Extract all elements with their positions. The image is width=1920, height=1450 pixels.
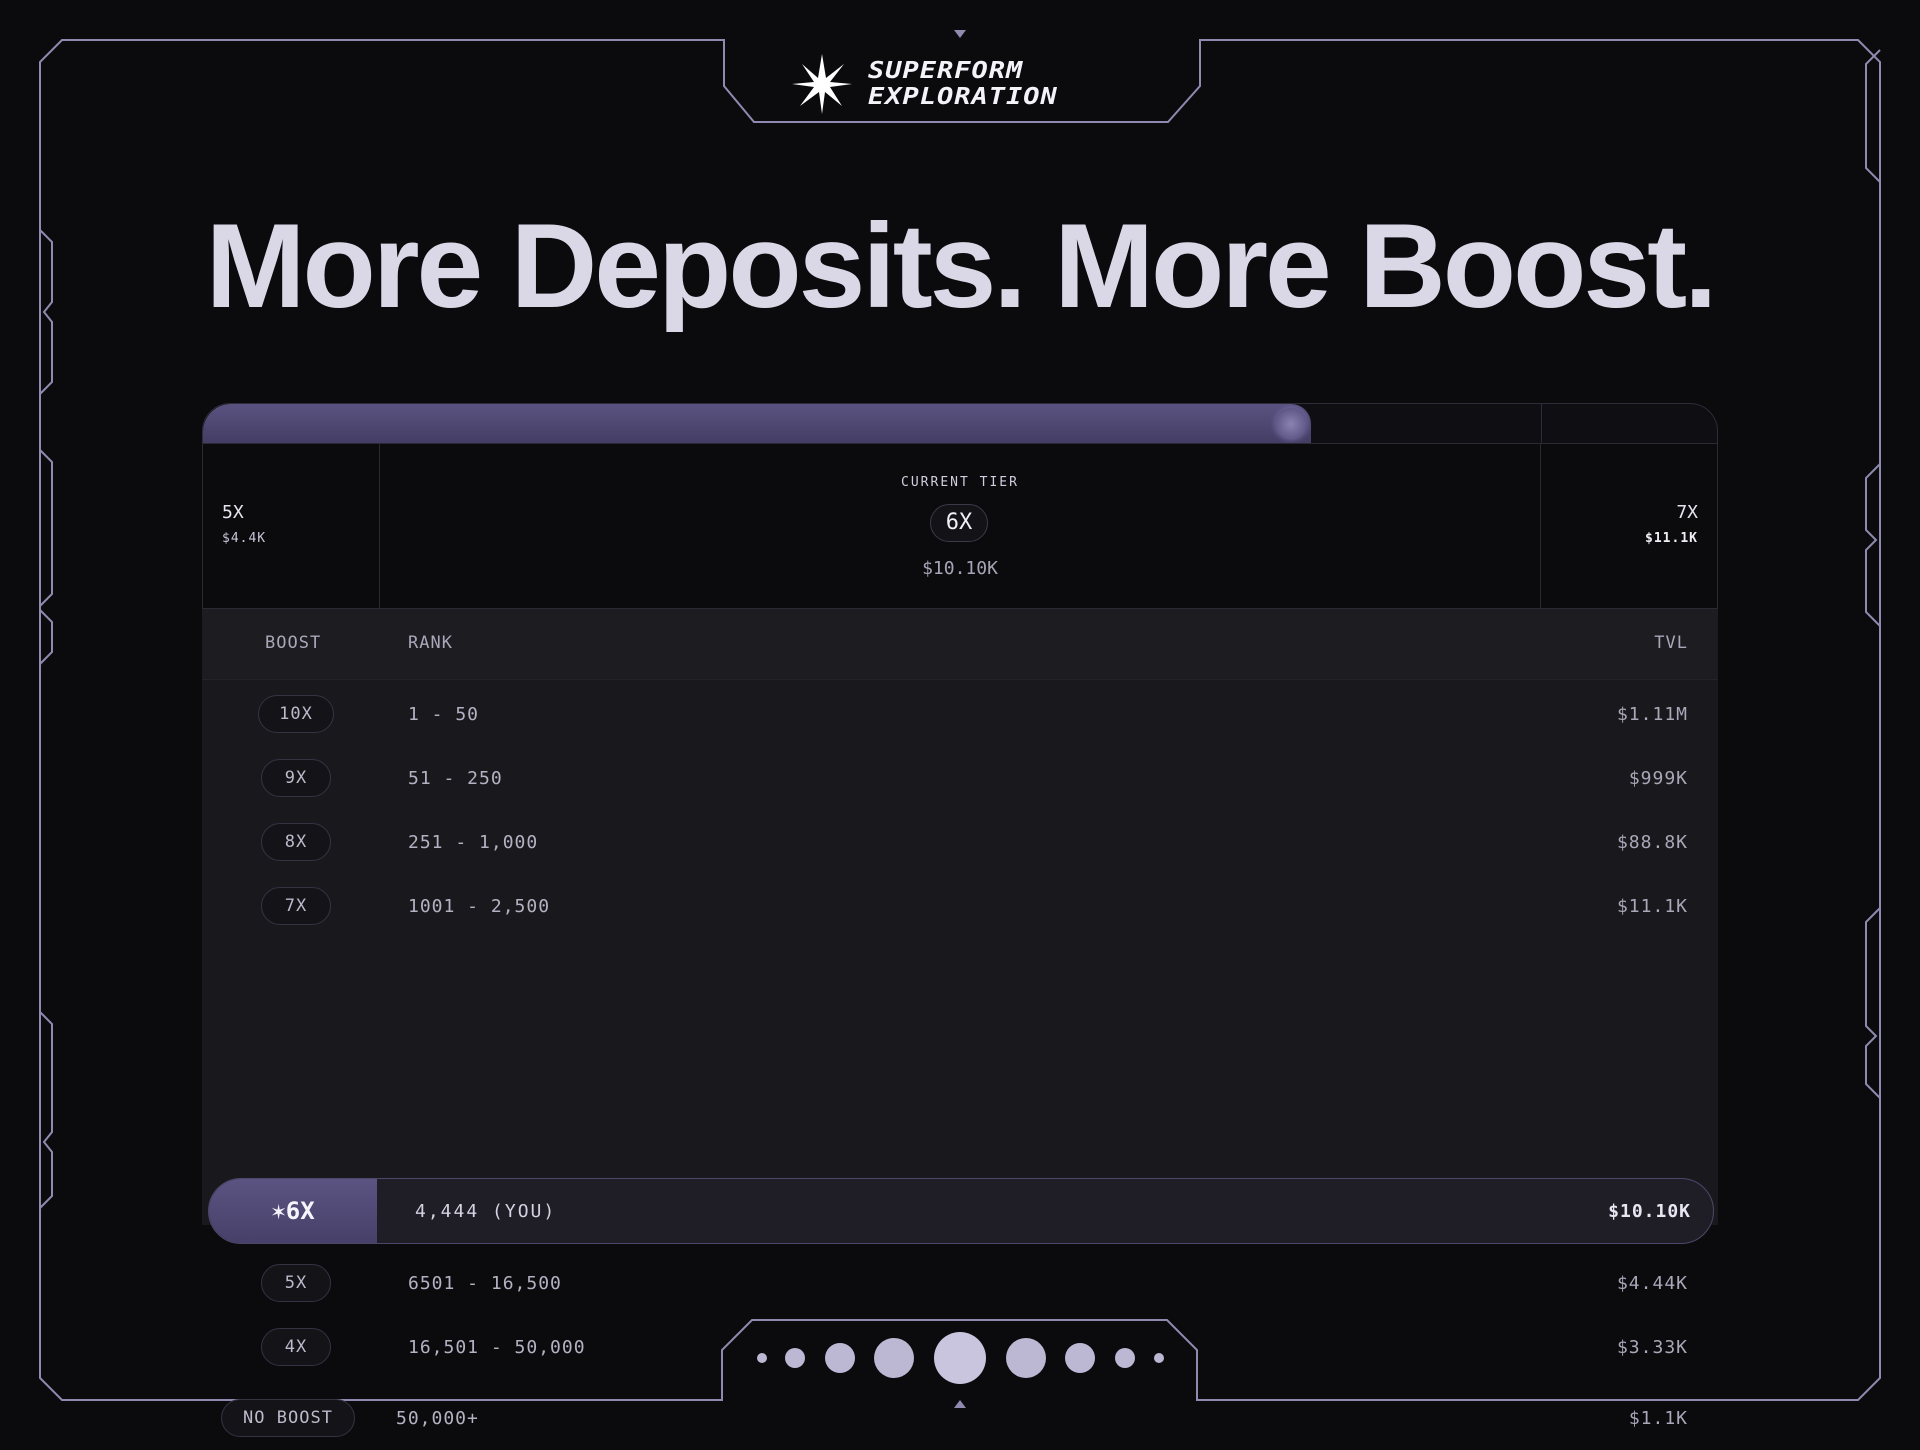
page-dot[interactable] bbox=[874, 1338, 914, 1378]
previous-tier: 5X $4.4K bbox=[203, 444, 380, 608]
table-header: BOOST RANK TVL bbox=[202, 609, 1718, 680]
next-tier-multiplier: 7X bbox=[1676, 502, 1698, 523]
boost-badge: NO BOOST bbox=[221, 1399, 355, 1437]
brand-logo[interactable]: SUPERFORM EXPLORATION bbox=[790, 52, 1130, 116]
rank-range: 1001 - 2,500 bbox=[408, 896, 551, 917]
page-dot[interactable] bbox=[1154, 1353, 1164, 1363]
tier-tvl: $1.1K bbox=[1628, 1408, 1688, 1429]
tier-progress-bar bbox=[202, 403, 1718, 443]
rank-range: 1 - 50 bbox=[408, 704, 480, 725]
current-user-boost: ✶6X bbox=[209, 1179, 377, 1243]
current-tier-badge: 6X bbox=[930, 504, 988, 542]
brand-line-1: SUPERFORM bbox=[868, 57, 1024, 84]
progress-fill bbox=[203, 404, 1311, 443]
boost-badge: 10X bbox=[258, 695, 334, 733]
sparkle-star-icon bbox=[792, 54, 852, 114]
tier-tvl: $3.33K bbox=[1616, 1337, 1688, 1358]
rank-range: 6501 - 16,500 bbox=[408, 1273, 562, 1294]
column-header-tvl: TVL bbox=[1654, 633, 1688, 653]
page-dot[interactable] bbox=[785, 1348, 805, 1368]
boost-badge: 9X bbox=[261, 759, 331, 797]
pagination-dots bbox=[722, 1318, 1200, 1398]
progress-divider bbox=[1541, 404, 1542, 443]
rank-range: 50,000+ bbox=[396, 1408, 479, 1429]
tier-tvl: $11.1K bbox=[1616, 896, 1688, 917]
rank-range: 16,501 - 50,000 bbox=[408, 1337, 586, 1358]
current-user-tvl: $10.10K bbox=[1608, 1201, 1691, 1222]
tier-summary: 5X $4.4K CURRENT TIER 6X $10.10K 7X $11.… bbox=[202, 443, 1718, 609]
brand-wordmark: SUPERFORM EXPLORATION bbox=[868, 58, 1058, 110]
page-dot[interactable] bbox=[757, 1353, 767, 1363]
tier-tvl: $4.44K bbox=[1616, 1273, 1688, 1294]
rank-range: 51 - 250 bbox=[408, 768, 503, 789]
current-user-rank: 4,444 (YOU) bbox=[415, 1201, 557, 1222]
boost-badge: 7X bbox=[261, 887, 331, 925]
boost-panel: 5X $4.4K CURRENT TIER 6X $10.10K 7X $11.… bbox=[202, 403, 1718, 1437]
page-dot-active[interactable] bbox=[934, 1332, 986, 1384]
table-row[interactable]: 8X 251 - 1,000 $88.8K bbox=[202, 810, 1718, 874]
table-row[interactable]: 9X 51 - 250 $999K bbox=[202, 746, 1718, 810]
page-dot[interactable] bbox=[1065, 1343, 1095, 1373]
column-header-rank: RANK bbox=[408, 633, 453, 653]
next-tier: 7X $11.1K bbox=[1540, 444, 1717, 608]
current-tier-value: $10.10K bbox=[922, 558, 998, 579]
table-row[interactable]: 7X 1001 - 2,500 $11.1K bbox=[202, 874, 1718, 938]
boost-badge: 4X bbox=[261, 1328, 331, 1366]
boost-badge: 8X bbox=[261, 823, 331, 861]
rank-range: 251 - 1,000 bbox=[408, 832, 539, 853]
previous-tier-multiplier: 5X bbox=[222, 502, 244, 523]
tier-tvl: $999K bbox=[1628, 768, 1688, 789]
next-tier-value: $11.1K bbox=[1645, 531, 1698, 546]
boost-badge: 5X bbox=[261, 1264, 331, 1302]
table-row[interactable]: 10X 1 - 50 $1.11M bbox=[202, 682, 1718, 746]
page-dot[interactable] bbox=[1115, 1348, 1135, 1368]
brand-line-2: EXPLORATION bbox=[868, 83, 1058, 110]
tier-tvl: $1.11M bbox=[1616, 704, 1688, 725]
tier-tvl: $88.8K bbox=[1616, 832, 1688, 853]
page-headline: More Deposits. More Boost. bbox=[205, 199, 1718, 333]
page-dot[interactable] bbox=[1006, 1338, 1046, 1378]
table-row[interactable]: 5X 6501 - 16,500 $4.44K bbox=[202, 1251, 1718, 1315]
page-dot[interactable] bbox=[825, 1343, 855, 1373]
boost-table: BOOST RANK TVL 10X 1 - 50 $1.11M 9X 51 -… bbox=[202, 609, 1718, 1437]
current-tier: CURRENT TIER 6X $10.10K bbox=[379, 444, 1541, 608]
current-tier-label: CURRENT TIER bbox=[901, 475, 1019, 490]
current-user-row[interactable]: ✶6X 4,444 (YOU) $10.10K bbox=[208, 1178, 1714, 1244]
column-header-boost: BOOST bbox=[265, 633, 322, 653]
progress-knob[interactable] bbox=[1275, 408, 1307, 440]
previous-tier-value: $4.4K bbox=[222, 531, 267, 546]
